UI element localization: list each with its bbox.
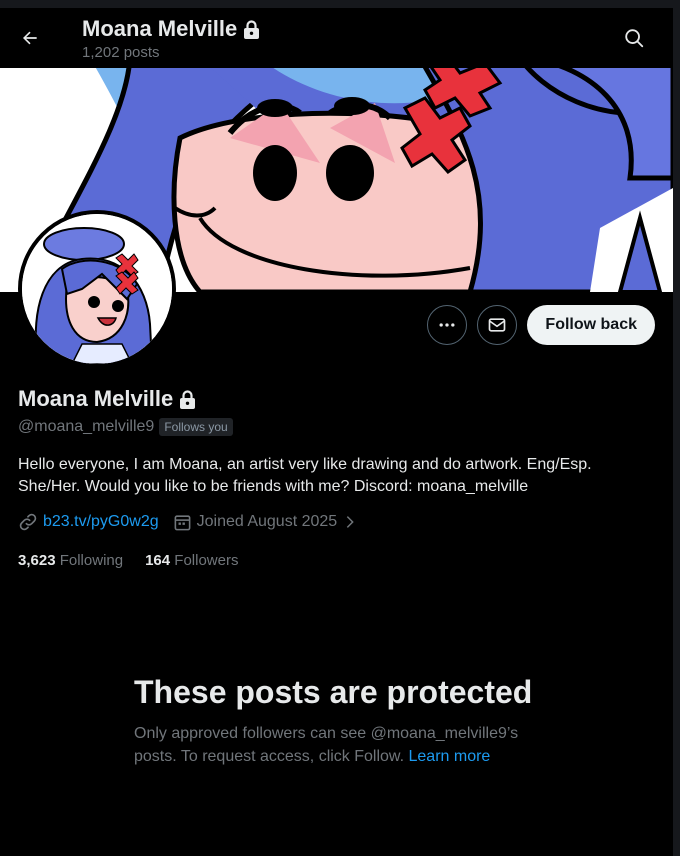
profile-joined-date: Joined August 2025 bbox=[196, 513, 338, 530]
lock-icon bbox=[180, 389, 196, 409]
followers-label: Followers bbox=[174, 552, 239, 569]
profile-joined-item[interactable]: Joined August 2025 bbox=[173, 513, 359, 532]
following-stat[interactable]: 3,623 Following bbox=[18, 552, 123, 569]
follow-back-button[interactable]: Follow back bbox=[527, 305, 655, 345]
lock-icon bbox=[244, 19, 260, 39]
profile-stats: 3,623 Following 164 Followers bbox=[18, 552, 238, 569]
chevron-right-icon bbox=[347, 516, 354, 528]
protected-description: Only approved followers can see @moana_m… bbox=[134, 723, 554, 768]
follows-you-badge: Follows you bbox=[159, 418, 233, 436]
message-icon bbox=[489, 318, 506, 332]
followers-stat[interactable]: 164 Followers bbox=[145, 552, 238, 569]
calendar-icon bbox=[174, 514, 191, 530]
avatar-illustration bbox=[22, 214, 172, 364]
profile-website-link[interactable]: b23.tv/pyG0w2g bbox=[43, 513, 159, 531]
learn-more-link[interactable]: Learn more bbox=[409, 748, 491, 765]
profile-avatar[interactable] bbox=[18, 210, 176, 368]
header-name: Moana Melville bbox=[82, 16, 238, 41]
profile-actions: Follow back bbox=[427, 305, 655, 345]
profile-name: Moana Melville bbox=[18, 386, 196, 412]
search-button[interactable] bbox=[616, 20, 652, 56]
protected-notice: These posts are protected Only approved … bbox=[134, 672, 554, 768]
more-button[interactable] bbox=[427, 305, 468, 345]
window-top-strip bbox=[0, 0, 680, 8]
back-arrow-icon bbox=[23, 31, 37, 45]
header-post-count: 1,202 posts bbox=[82, 44, 160, 61]
profile-name-text: Moana Melville bbox=[18, 386, 174, 411]
message-button[interactable] bbox=[477, 305, 518, 345]
profile-link-item: b23.tv/pyG0w2g bbox=[18, 512, 159, 532]
link-icon bbox=[19, 513, 37, 531]
profile-header: Moana Melville 1,202 posts bbox=[0, 8, 673, 68]
followers-count: 164 bbox=[145, 552, 171, 569]
more-icon bbox=[439, 323, 455, 327]
profile-handle: @moana_melville9 bbox=[18, 418, 155, 435]
back-button[interactable] bbox=[12, 20, 48, 56]
protected-title: These posts are protected bbox=[134, 674, 533, 710]
header-title: Moana Melville bbox=[82, 16, 260, 42]
profile-handle-row: @moana_melville9 Follows you bbox=[18, 418, 233, 436]
scrollbar-track[interactable] bbox=[673, 0, 680, 856]
following-count: 3,623 bbox=[18, 552, 56, 569]
following-label: Following bbox=[59, 552, 124, 569]
profile-meta: b23.tv/pyG0w2g Joined August 2025 bbox=[18, 512, 372, 532]
search-icon bbox=[625, 29, 644, 48]
profile-bio: Hello everyone, I am Moana, an artist ve… bbox=[18, 456, 592, 495]
